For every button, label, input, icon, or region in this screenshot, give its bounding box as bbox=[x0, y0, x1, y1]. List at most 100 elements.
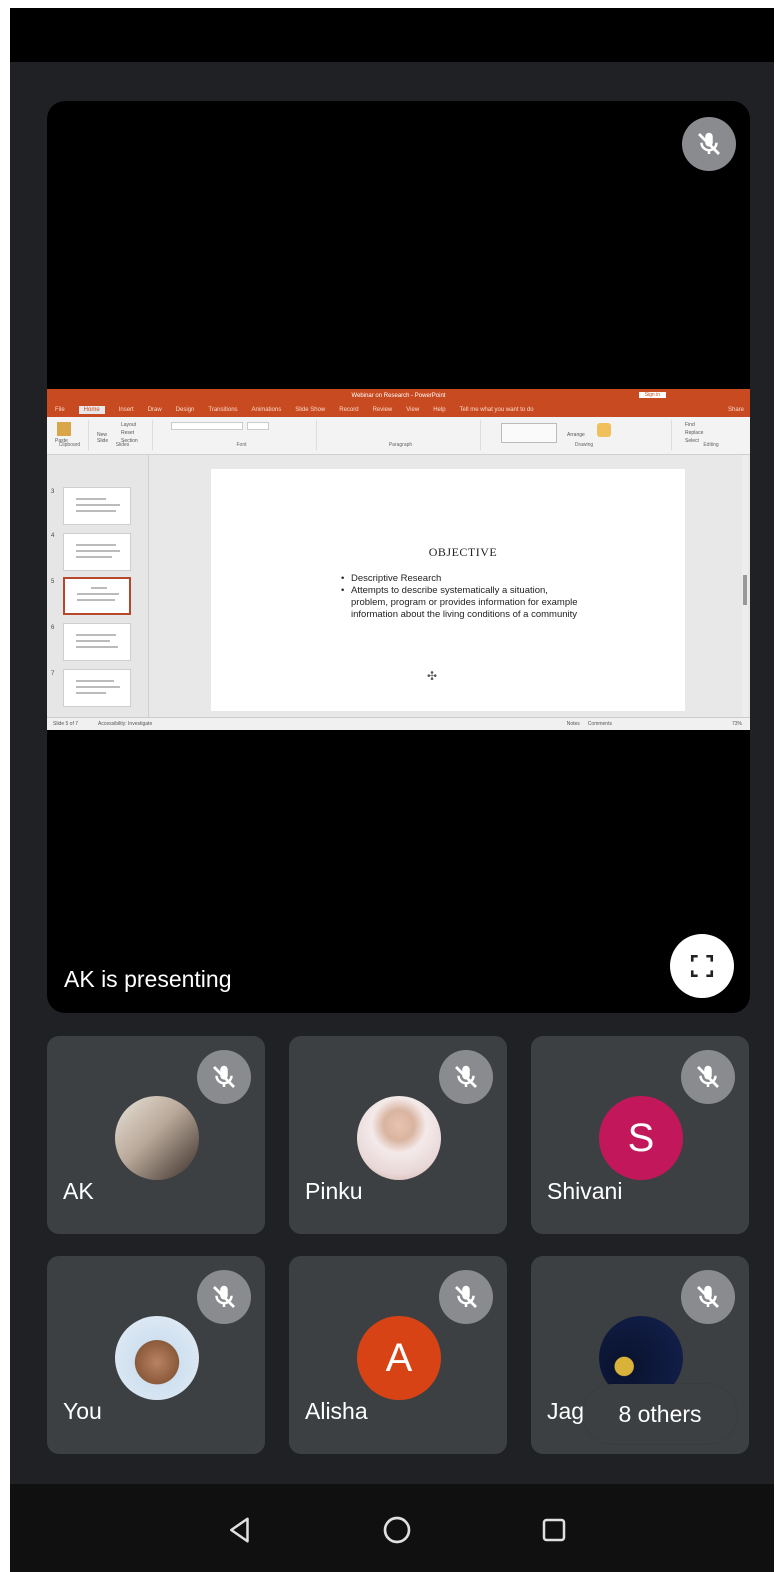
presentation-tile[interactable]: Webinar on Research - PowerPoint Sign in… bbox=[47, 101, 750, 1013]
avatar-photo bbox=[115, 1096, 199, 1180]
ppt-tab[interactable]: Transitions bbox=[208, 407, 237, 413]
participant-tile[interactable]: Pinku bbox=[289, 1036, 507, 1234]
reset-button[interactable]: Reset bbox=[121, 430, 134, 436]
ppt-tab[interactable]: View bbox=[406, 407, 419, 413]
mic-off-icon bbox=[681, 1270, 735, 1324]
ribbon-group-label: Paragraph bbox=[388, 442, 413, 448]
slide-bullet: Attempts to describe systematically a si… bbox=[341, 585, 581, 621]
ppt-sign-in-button[interactable]: Sign in bbox=[638, 392, 666, 398]
avatar-initial: S bbox=[599, 1096, 683, 1180]
quick-styles-icon[interactable] bbox=[597, 423, 611, 437]
ppt-title-bar: Webinar on Research - PowerPoint Sign in bbox=[47, 389, 750, 403]
thumbnail-number: 6 bbox=[51, 625, 55, 631]
ppt-tab[interactable]: Record bbox=[339, 407, 358, 413]
ppt-tab[interactable]: Help bbox=[433, 407, 445, 413]
ribbon-group-label: Drawing bbox=[574, 442, 594, 448]
avatar-photo bbox=[115, 1316, 199, 1400]
mic-off-icon bbox=[682, 117, 736, 171]
ppt-share-button[interactable]: Share bbox=[728, 407, 744, 413]
participant-tile[interactable]: S Shivani bbox=[531, 1036, 749, 1234]
slide-bullet: Descriptive Research bbox=[341, 573, 581, 585]
ppt-window-title: Webinar on Research - PowerPoint bbox=[351, 393, 446, 399]
slide-canvas[interactable]: OBJECTIVE Descriptive Research Attempts … bbox=[211, 469, 685, 711]
accessibility-status[interactable]: Accessibility: Investigate bbox=[98, 721, 152, 727]
fullscreen-button[interactable] bbox=[670, 934, 734, 998]
ppt-tab[interactable]: File bbox=[55, 407, 65, 413]
cursor-icon: ✣ bbox=[427, 669, 438, 683]
navigation-bar bbox=[10, 1484, 774, 1572]
zoom-level[interactable]: 73% bbox=[732, 721, 742, 727]
ppt-tell-me[interactable]: Tell me what you want to do bbox=[460, 407, 534, 413]
thumbnail-number: 3 bbox=[51, 489, 55, 495]
comments-button[interactable]: Comments bbox=[588, 721, 612, 727]
ppt-tab[interactable]: Design bbox=[176, 407, 195, 413]
participant-tile[interactable]: Jag 8 others bbox=[531, 1256, 749, 1454]
arrange-button[interactable]: Arrange bbox=[567, 432, 585, 438]
others-button[interactable]: 8 others bbox=[583, 1384, 737, 1444]
participant-name: Alisha bbox=[305, 1398, 368, 1424]
participant-tile[interactable]: A Alisha bbox=[289, 1256, 507, 1454]
shared-screen: Webinar on Research - PowerPoint Sign in… bbox=[47, 389, 750, 730]
drawing-group: Arrange Drawing bbox=[497, 420, 672, 450]
slide-heading: OBJECTIVE bbox=[428, 545, 498, 559]
home-icon[interactable] bbox=[377, 1510, 417, 1550]
ribbon-group-label: Editing bbox=[703, 442, 719, 448]
paste-icon[interactable] bbox=[57, 422, 71, 436]
ppt-ribbon-tabs: File Home Insert Draw Design Transitions… bbox=[47, 403, 750, 417]
ppt-ribbon: Paste Clipboard New Slide Layout Reset S… bbox=[47, 417, 750, 455]
mic-off-icon bbox=[197, 1270, 251, 1324]
thumbnail-number: 7 bbox=[51, 671, 55, 677]
clipboard-group: Paste Clipboard bbox=[51, 420, 89, 450]
ppt-tab[interactable]: Review bbox=[373, 407, 393, 413]
thumbnail-number: 5 bbox=[51, 579, 55, 585]
mic-off-icon bbox=[197, 1050, 251, 1104]
thumbnail-number: 4 bbox=[51, 533, 55, 539]
back-icon[interactable] bbox=[220, 1510, 260, 1550]
slide-bullets: Descriptive Research Attempts to describ… bbox=[341, 573, 581, 621]
participant-name: AK bbox=[63, 1178, 94, 1204]
layout-button[interactable]: Layout bbox=[121, 422, 136, 428]
mic-off-icon bbox=[439, 1050, 493, 1104]
participant-name: Pinku bbox=[305, 1178, 363, 1204]
ppt-tab[interactable]: Slide Show bbox=[295, 407, 325, 413]
slide-thumbnail[interactable] bbox=[63, 669, 131, 707]
avatar-initial: A bbox=[357, 1316, 441, 1400]
slide-thumbnail[interactable] bbox=[63, 623, 131, 661]
ppt-tab[interactable]: Draw bbox=[148, 407, 162, 413]
fullscreen-icon bbox=[690, 954, 714, 978]
participant-name: You bbox=[63, 1398, 102, 1424]
status-bar bbox=[10, 8, 774, 62]
slide-info: Slide 5 of 7 bbox=[53, 721, 79, 727]
ribbon-group-label: Font bbox=[236, 442, 247, 448]
slide-thumbnail-selected[interactable] bbox=[63, 577, 131, 615]
find-button[interactable]: Find bbox=[685, 422, 695, 428]
mic-off-icon bbox=[681, 1050, 735, 1104]
ribbon-group-label: Slides bbox=[115, 442, 130, 448]
participant-tile[interactable]: You bbox=[47, 1256, 265, 1454]
recents-icon[interactable] bbox=[534, 1510, 574, 1550]
presenting-label: AK is presenting bbox=[64, 966, 232, 992]
participant-tile[interactable]: AK bbox=[47, 1036, 265, 1234]
slides-group: New Slide Layout Reset Section Slides bbox=[93, 420, 153, 450]
avatar-photo bbox=[357, 1096, 441, 1180]
ppt-tab-active[interactable]: Home bbox=[78, 406, 105, 414]
notes-button[interactable]: Notes bbox=[567, 721, 580, 727]
slide-thumbnails-pane[interactable]: 3 4 5 6 7 bbox=[47, 455, 149, 717]
paragraph-group: Paragraph bbox=[321, 420, 481, 450]
font-name-field[interactable] bbox=[171, 422, 243, 430]
editing-group: Find Replace Select Editing bbox=[679, 420, 743, 450]
slide-thumbnail[interactable] bbox=[63, 487, 131, 525]
replace-button[interactable]: Replace bbox=[685, 430, 703, 436]
ppt-tab[interactable]: Animations bbox=[252, 407, 282, 413]
ribbon-group-label: Clipboard bbox=[58, 442, 81, 448]
shapes-gallery[interactable] bbox=[501, 423, 557, 443]
font-group: Font bbox=[167, 420, 317, 450]
ppt-scrollbar[interactable] bbox=[742, 455, 748, 717]
participant-name: Shivani bbox=[547, 1178, 623, 1204]
font-size-field[interactable] bbox=[247, 422, 269, 430]
mic-off-icon bbox=[439, 1270, 493, 1324]
slide-thumbnail[interactable] bbox=[63, 533, 131, 571]
ppt-tab[interactable]: Insert bbox=[119, 407, 134, 413]
participant-name: Jag bbox=[547, 1398, 585, 1424]
meet-screen: Webinar on Research - PowerPoint Sign in… bbox=[10, 8, 774, 1572]
